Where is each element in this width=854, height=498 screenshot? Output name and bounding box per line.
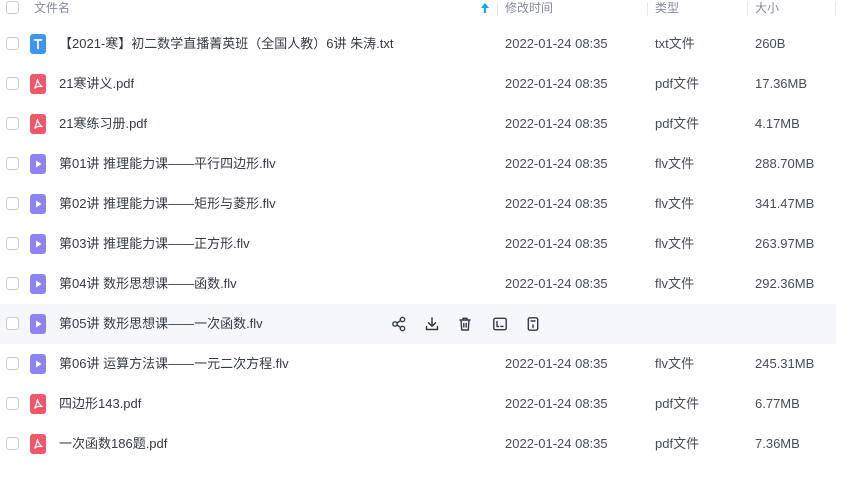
file-size: 7.36MB [755,436,800,451]
file-name[interactable]: 21寒讲义.pdf [59,64,134,104]
file-row[interactable]: 第06讲 运算方法课——一元二次方程.flv 2022-01-24 08:35 fl… [0,344,854,384]
file-row[interactable]: 第02讲 推理能力课——矩形与菱形.flv 2022-01-24 08:35 flv… [0,184,854,224]
file-name[interactable]: 21寒练习册.pdf [59,104,147,144]
video-file-icon [30,314,46,334]
file-name[interactable]: 第03讲 推理能力课——正方形.flv [59,224,250,264]
row-checkbox[interactable] [6,277,19,290]
file-row[interactable]: 第01讲 推理能力课——平行四边形.flv 2022-01-24 08:35 flv… [0,144,854,184]
file-size: 292.36MB [755,276,815,291]
share-icon[interactable] [390,315,408,333]
row-checkbox[interactable] [6,37,19,50]
row-checkbox[interactable] [6,357,19,370]
column-header-size[interactable]: 大小 [755,0,779,20]
file-size: 341.47MB [755,196,815,211]
file-name[interactable]: 【2021-寒】初二数学直播菁英班（全国人教）6讲 朱涛.txt [59,24,393,64]
file-modified-date: 2022-01-24 08:35 [505,196,608,211]
file-modified-date: 2022-01-24 08:35 [505,276,608,291]
column-divider[interactable] [747,2,748,16]
file-modified-date: 2022-01-24 08:35 [505,236,608,251]
column-header-date[interactable]: 修改时间 [505,0,553,20]
column-header-type[interactable]: 类型 [655,0,679,20]
sort-ascending-icon[interactable] [480,2,490,14]
file-type: flv文件 [655,356,695,371]
file-row[interactable]: 第05讲 数形思想课——一次函数.flv [0,304,854,344]
column-divider[interactable] [497,2,498,16]
column-header-name[interactable]: 文件名 [34,0,70,20]
file-name[interactable]: 四边形143.pdf [59,384,141,424]
row-checkbox[interactable] [6,197,19,210]
column-divider[interactable] [647,2,648,16]
file-name[interactable]: 第06讲 运算方法课——一元二次方程.flv [59,344,289,384]
file-type: pdf文件 [655,76,700,91]
delete-icon[interactable] [456,315,474,333]
file-modified-date: 2022-01-24 08:35 [505,156,608,171]
video-file-icon [30,274,46,294]
row-checkbox[interactable] [6,317,19,330]
file-row[interactable]: 一次函数186题.pdf 2022-01-24 08:35 pdf文件 7.36MB [0,424,854,464]
file-name[interactable]: 一次函数186题.pdf [59,424,167,464]
file-size: 288.70MB [755,156,815,171]
download-icon[interactable] [423,315,441,333]
file-type: flv文件 [655,156,695,171]
file-row[interactable]: 第04讲 数形思想课——函数.flv 2022-01-24 08:35 flv文件 2… [0,264,854,304]
file-row[interactable]: 【2021-寒】初二数学直播菁英班（全国人教）6讲 朱涛.txt 2022-01-… [0,24,854,64]
file-size: 6.77MB [755,396,800,411]
file-row[interactable]: 21寒练习册.pdf 2022-01-24 08:35 pdf文件 4.17MB [0,104,854,144]
file-size: 263.97MB [755,236,815,251]
file-type: pdf文件 [655,116,700,131]
file-name[interactable]: 第04讲 数形思想课——函数.flv [59,264,237,304]
file-size: 4.17MB [755,116,800,131]
more-info-icon[interactable] [524,315,542,333]
row-checkbox[interactable] [6,157,19,170]
file-modified-date: 2022-01-24 08:35 [505,356,608,371]
file-type: pdf文件 [655,396,700,411]
file-type: txt文件 [655,36,695,51]
rename-icon[interactable] [491,315,509,333]
file-type: pdf文件 [655,436,700,451]
file-row[interactable]: 四边形143.pdf 2022-01-24 08:35 pdf文件 6.77MB [0,384,854,424]
file-list-header: 文件名 修改时间 类型 大小 [0,0,854,20]
file-name[interactable]: 第01讲 推理能力课——平行四边形.flv [59,144,276,184]
file-row[interactable]: 第03讲 推理能力课——正方形.flv 2022-01-24 08:35 flv文件… [0,224,854,264]
video-file-icon [30,154,46,174]
pdf-file-icon [30,114,46,134]
file-size: 17.36MB [755,76,808,91]
file-modified-date: 2022-01-24 08:35 [505,436,608,451]
file-row[interactable]: 21寒讲义.pdf 2022-01-24 08:35 pdf文件 17.36MB [0,64,854,104]
file-modified-date: 2022-01-24 08:35 [505,116,608,131]
row-checkbox[interactable] [6,117,19,130]
row-checkbox[interactable] [6,237,19,250]
file-type: flv文件 [655,276,695,291]
column-divider[interactable] [835,2,836,16]
video-file-icon [30,354,46,374]
file-modified-date: 2022-01-24 08:35 [505,396,608,411]
row-checkbox[interactable] [6,397,19,410]
pdf-file-icon [30,434,46,454]
txt-file-icon [30,34,46,54]
file-name[interactable]: 第02讲 推理能力课——矩形与菱形.flv [59,184,276,224]
file-size: 260B [755,36,786,51]
file-modified-date: 2022-01-24 08:35 [505,76,608,91]
file-modified-date: 2022-01-24 08:35 [505,36,608,51]
pdf-file-icon [30,394,46,414]
video-file-icon [30,194,46,214]
file-name[interactable]: 第05讲 数形思想课——一次函数.flv [59,304,263,344]
video-file-icon [30,234,46,254]
select-all-checkbox[interactable] [6,1,19,14]
pdf-file-icon [30,74,46,94]
row-checkbox[interactable] [6,77,19,90]
file-type: flv文件 [655,196,695,211]
row-checkbox[interactable] [6,437,19,450]
file-type: flv文件 [655,236,695,251]
file-size: 245.31MB [755,356,815,371]
